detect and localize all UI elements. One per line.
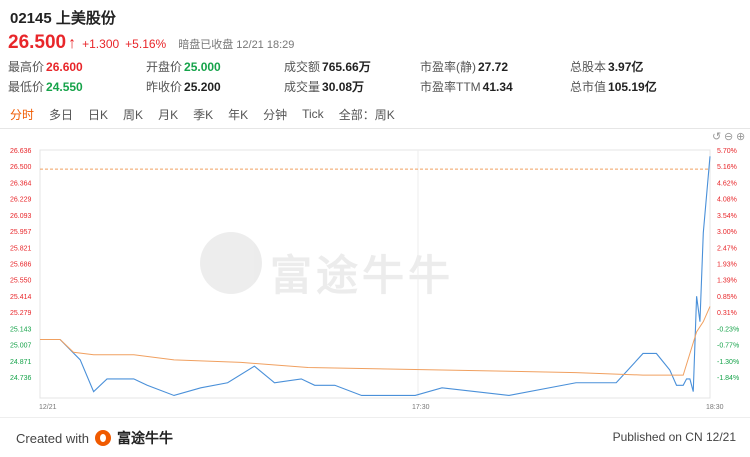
y-tick-right: 4.08% [717,197,737,204]
stat-market-cap: 总市值 105.19亿 [570,80,657,94]
brand-name: 富途牛牛 [116,430,173,446]
price-change-pct: +5.16% [125,37,167,51]
y-tick-right: -0.23% [717,326,739,333]
tab-daily-k[interactable]: 日K [88,106,108,123]
y-tick-left: 25.279 [10,310,32,317]
tab-monthly-k[interactable]: 月K [158,106,178,123]
y-tick-right: 3.54% [717,213,737,220]
market-status: 暗盘已收盘 12/21 18:29 [178,39,295,51]
created-with-label: Created with [16,430,89,446]
period-tabs: 分时 多日 日K 周K 月K 季K 年K 分钟 Tick 全部：周K [0,102,750,126]
tab-intraday[interactable]: 分时 [10,106,34,123]
futu-logo-icon [94,430,111,446]
x-tick-label: 12/21 [39,404,57,411]
last-price: 26.500 [8,32,67,53]
plot-area [39,149,711,399]
y-tick-left: 25.007 [10,343,32,350]
x-tick-label: 18:30 [706,404,724,411]
stat-total-shares: 总股本 3.97亿 [570,60,644,74]
stat-open: 开盘价 25.000 [146,60,221,74]
up-arrow-icon: ↑ [68,35,77,52]
y-tick-left: 25.821 [10,245,32,252]
tab-quarterly-k[interactable]: 季K [193,106,213,123]
y-tick-left: 24.736 [10,375,32,382]
y-tick-right: 4.62% [717,180,737,187]
y-tick-left: 26.093 [10,213,32,220]
y-tick-right: 1.39% [717,278,737,285]
x-tick-label: 17:30 [412,404,430,411]
y-tick-left: 25.957 [10,229,32,236]
tab-multi-day[interactable]: 多日 [49,106,73,123]
y-tick-left: 25.143 [10,326,32,333]
stat-pe-static: 市盈率(静) 27.72 [420,60,509,74]
y-tick-right: 3.00% [717,229,737,236]
stat-volume: 成交量 30.08万 [284,80,365,94]
stat-low: 最低价 24.550 [8,80,83,94]
tab-minute[interactable]: 分钟 [263,106,287,123]
y-tick-right: 0.85% [717,294,737,301]
y-tick-left: 26.229 [10,197,32,204]
y-tick-right: -0.77% [717,343,739,350]
tabs-divider [0,128,750,129]
stat-turnover: 成交额 765.66万 [284,60,371,74]
price-change: +1.300 [82,37,120,51]
footer-divider [0,417,750,418]
tab-tick[interactable]: Tick [302,107,324,121]
y-tick-right: -1.84% [717,375,739,382]
y-tick-left: 26.500 [10,164,32,171]
footer-credit: Created with 富途牛牛 [16,428,173,448]
y-tick-left: 24.871 [10,359,32,366]
stat-prev-close: 昨收价 25.200 [146,80,221,94]
y-tick-right: 1.93% [717,262,737,269]
y-tick-right: 0.31% [717,310,737,317]
y-tick-left: 25.686 [10,262,32,269]
y-tick-right: 5.16% [717,164,737,171]
price-line [40,156,711,397]
y-tick-right: -1.30% [717,359,739,366]
y-tick-left: 25.550 [10,278,32,285]
tab-all-weekly[interactable]: 全部：周K [339,106,395,123]
published-date: Published on CN 12/21 [612,430,736,444]
price-row: 26.500 ↑ +1.300 +5.16% 暗盘已收盘 12/21 18:29 [8,32,294,54]
y-tick-left: 26.636 [10,148,32,155]
y-tick-left: 25.414 [10,294,32,301]
tab-yearly-k[interactable]: 年K [228,106,248,123]
y-tick-right: 2.47% [717,245,737,252]
average-price-line [40,306,711,376]
intraday-chart[interactable]: 26.636 5.70% 26.500 5.16% 26.364 4.62% 26.229 4… [0,140,750,415]
y-tick-right: 5.70% [717,148,737,155]
y-tick-left: 26.364 [10,180,32,187]
tab-weekly-k[interactable]: 周K [123,106,143,123]
stat-high: 最高价 26.600 [8,60,83,74]
stock-title: 02145 上美股份 [10,10,116,27]
stat-pe-ttm: 市盈率TTM 41.34 [420,80,513,94]
